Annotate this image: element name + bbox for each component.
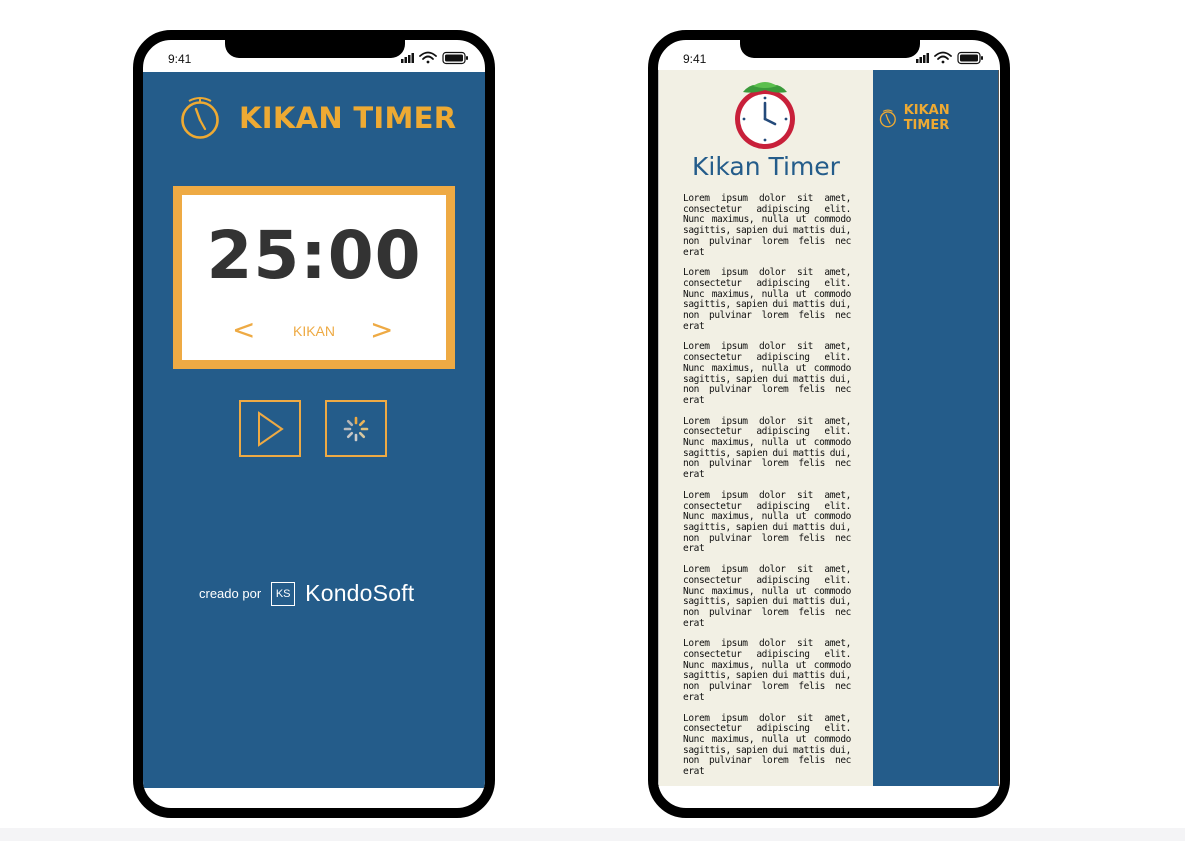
status-time: 9:41 (168, 52, 192, 66)
info-panel: Kikan Timer Lorem ipsum dolor sit amet, … (658, 70, 874, 786)
side-app-title: KIKAN TIMER (903, 103, 950, 133)
credits: creado por KS KondoSoft (199, 580, 414, 607)
info-paragraph: Lorem ipsum dolor sit amet, consectetur … (683, 564, 851, 629)
phone-info-screen: 9:41 Kikan Timer Lorem ipsum dolor sit a… (648, 30, 1010, 818)
app-brand: KIKAN TIMER (179, 96, 456, 140)
status-icons (916, 51, 983, 65)
status-icons (401, 51, 468, 65)
play-icon (258, 410, 284, 447)
wifi-icon (419, 51, 437, 64)
battery-icon (442, 51, 468, 65)
spinner-icon (343, 416, 369, 441)
canvas-bottom-strip (0, 828, 1185, 841)
signal-icon (916, 53, 929, 63)
signal-icon (401, 53, 414, 63)
info-paragraph: Lorem ipsum dolor sit amet, consectetur … (683, 267, 851, 332)
reset-button[interactable] (325, 400, 387, 457)
info-paragraph: Lorem ipsum dolor sit amet, consectetur … (683, 193, 851, 258)
status-time: 9:41 (683, 52, 707, 66)
wifi-icon (934, 51, 952, 64)
info-paragraph: Lorem ipsum dolor sit amet, consectetur … (683, 489, 851, 555)
info-paragraph: Lorem ipsum dolor sit amet, consectetur … (683, 341, 851, 406)
info-paragraph: Lorem ipsum dolor sit amet, consectetur … (683, 415, 851, 481)
battery-icon (957, 51, 983, 65)
side-panel[interactable]: KIKAN TIMER (873, 70, 999, 786)
mode-selector: < KIKAN > (182, 313, 446, 346)
info-title: Kikan Timer (692, 152, 840, 181)
clock-logo-icon (735, 82, 795, 149)
timer-display: 25:00 (206, 217, 422, 294)
phone-timer-screen: 9:41 KIKAN TIMER 25:00 < KIKAN > creado … (133, 30, 495, 818)
phone-notch (225, 40, 405, 58)
mode-label: KIKAN (292, 323, 335, 339)
info-paragraph: Lorem ipsum dolor sit amet, consectetur … (683, 712, 851, 778)
timer-screen: KIKAN TIMER 25:00 < KIKAN > creado por K… (143, 72, 485, 788)
stopwatch-icon (879, 109, 896, 127)
side-brand: KIKAN TIMER (879, 103, 998, 133)
phone-notch (740, 40, 920, 58)
stopwatch-icon (181, 97, 219, 139)
play-button[interactable] (239, 400, 301, 457)
credits-prefix: creado por (199, 586, 262, 601)
app-title: KIKAN TIMER (239, 101, 457, 135)
timer-card: 25:00 < KIKAN > (173, 186, 455, 369)
info-screen: Kikan Timer Lorem ipsum dolor sit amet, … (658, 70, 1000, 788)
info-paragraph: Lorem ipsum dolor sit amet, consectetur … (683, 638, 851, 703)
info-paragraphs: Lorem ipsum dolor sit amet, consectetur … (683, 193, 851, 788)
kondosoft-logo-mark: KS (271, 581, 296, 606)
kondosoft-name: KondoSoft (305, 580, 415, 606)
mode-next-button[interactable]: > (370, 313, 393, 346)
